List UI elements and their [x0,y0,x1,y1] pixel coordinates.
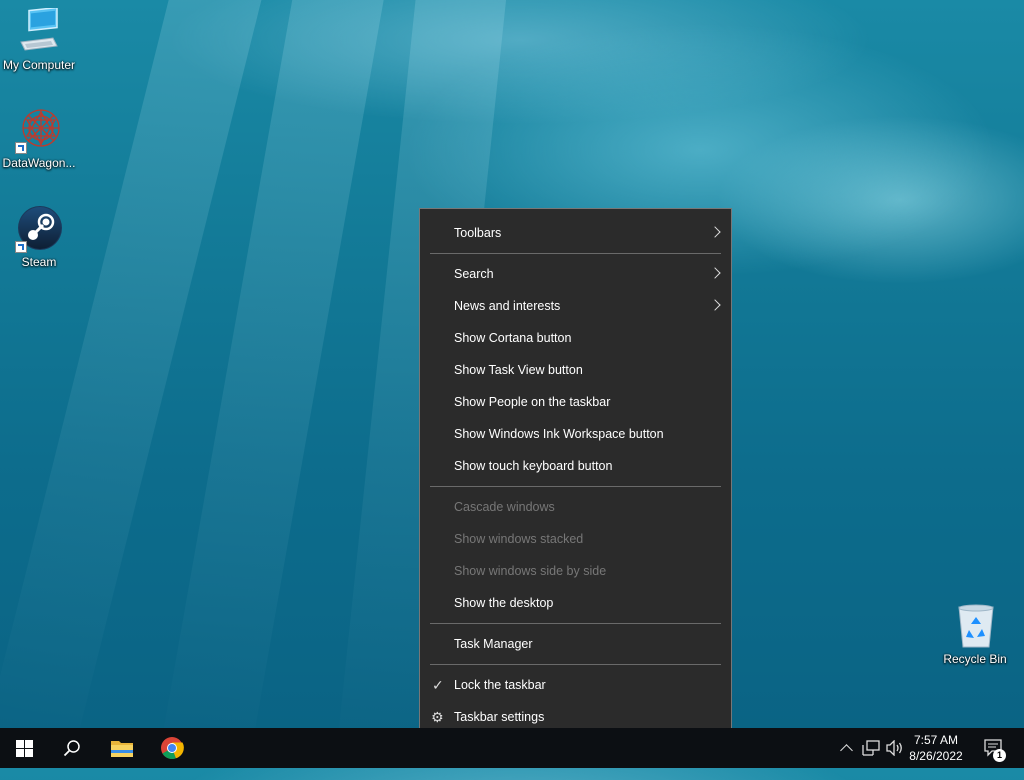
menu-item-label: Show People on the taskbar [454,395,611,409]
menu-separator [430,664,721,665]
clock-time: 7:57 AM [913,733,959,747]
menu-item-show-people[interactable]: Show People on the taskbar [420,386,731,418]
menu-item-label: Task Manager [454,637,533,651]
clock-date: 8/26/2022 [909,749,963,763]
search-button[interactable] [48,728,96,768]
chevron-right-icon [709,299,721,311]
clock[interactable]: 7:57 AM 8/26/2022 [904,732,968,764]
network-icon [862,740,880,756]
desktop-icon-label: My Computer [2,58,76,72]
start-icon [15,739,33,757]
menu-item-label: Show Task View button [454,363,583,377]
menu-item-label: Show Cortana button [454,331,572,345]
menu-item-label: Show Windows Ink Workspace button [454,427,664,441]
menu-item-label: Lock the taskbar [454,678,546,692]
desktop-icon-label: Steam [21,255,57,269]
menu-item-cascade-windows: Cascade windows [420,491,731,523]
checkmark-icon: ✓ [432,677,444,693]
taskbar[interactable]: 7:57 AM 8/26/2022 1 [0,728,1024,768]
chevron-right-icon [709,226,721,238]
menu-item-search[interactable]: Search [420,258,731,290]
menu-item-toolbars[interactable]: Toolbars [420,217,731,249]
menu-item-show-touch-keyboard[interactable]: Show touch keyboard button [420,450,731,482]
shortcut-arrow-icon [15,241,27,253]
datawagon-icon [15,106,63,154]
volume-icon [886,740,902,756]
taskbar-context-menu: Toolbars Search News and interests Show … [419,208,732,742]
network-button[interactable] [860,728,882,768]
volume-button[interactable] [884,728,906,768]
show-hidden-icons-button[interactable] [836,728,856,768]
menu-item-show-windows-ink[interactable]: Show Windows Ink Workspace button [420,418,731,450]
chrome-button[interactable] [148,728,196,768]
menu-item-label: Show touch keyboard button [454,459,613,473]
menu-item-label: Show windows side by side [454,564,607,578]
menu-separator [430,486,721,487]
chevron-right-icon [709,267,721,279]
notification-count-badge: 1 [993,749,1006,762]
menu-item-label: Show windows stacked [454,532,584,546]
desktop-icon-label: DataWagon... [2,156,76,170]
menu-item-label: Taskbar settings [454,710,545,724]
menu-item-show-windows-stacked: Show windows stacked [420,523,731,555]
chevron-up-icon [839,744,853,757]
recycle-bin-icon [951,602,999,650]
menu-item-label: Toolbars [454,226,502,240]
menu-item-label: Search [454,267,494,281]
file-explorer-button[interactable] [98,728,146,768]
menu-item-show-windows-side-by-side: Show windows side by side [420,555,731,587]
menu-item-label: Show the desktop [454,596,554,610]
menu-item-task-manager[interactable]: Task Manager [420,628,731,660]
menu-separator [430,253,721,254]
menu-item-show-the-desktop[interactable]: Show the desktop [420,587,731,619]
start-button[interactable] [0,728,48,768]
desktop-icon-label: Recycle Bin [943,652,1007,666]
menu-item-show-task-view-button[interactable]: Show Task View button [420,354,731,386]
file-explorer-icon [111,741,133,757]
search-icon [63,740,80,757]
steam-icon [15,205,63,253]
menu-item-lock-the-taskbar[interactable]: ✓ Lock the taskbar [420,669,731,701]
menu-separator [430,623,721,624]
chrome-icon [161,737,184,760]
menu-item-news-and-interests[interactable]: News and interests [420,290,731,322]
desktop-icon-datawagon[interactable]: DataWagon... [0,106,79,170]
action-center-button[interactable]: 1 [980,728,1008,768]
desktop-icon-steam[interactable]: Steam [0,205,79,269]
menu-item-show-cortana-button[interactable]: Show Cortana button [420,322,731,354]
desktop-icon-my-computer[interactable]: My Computer [0,6,79,72]
shortcut-arrow-icon [15,142,27,154]
menu-item-label: Cascade windows [454,500,555,514]
desktop-icon-recycle-bin[interactable]: Recycle Bin [935,602,1015,666]
menu-item-label: News and interests [454,299,561,313]
computer-icon [15,6,63,56]
